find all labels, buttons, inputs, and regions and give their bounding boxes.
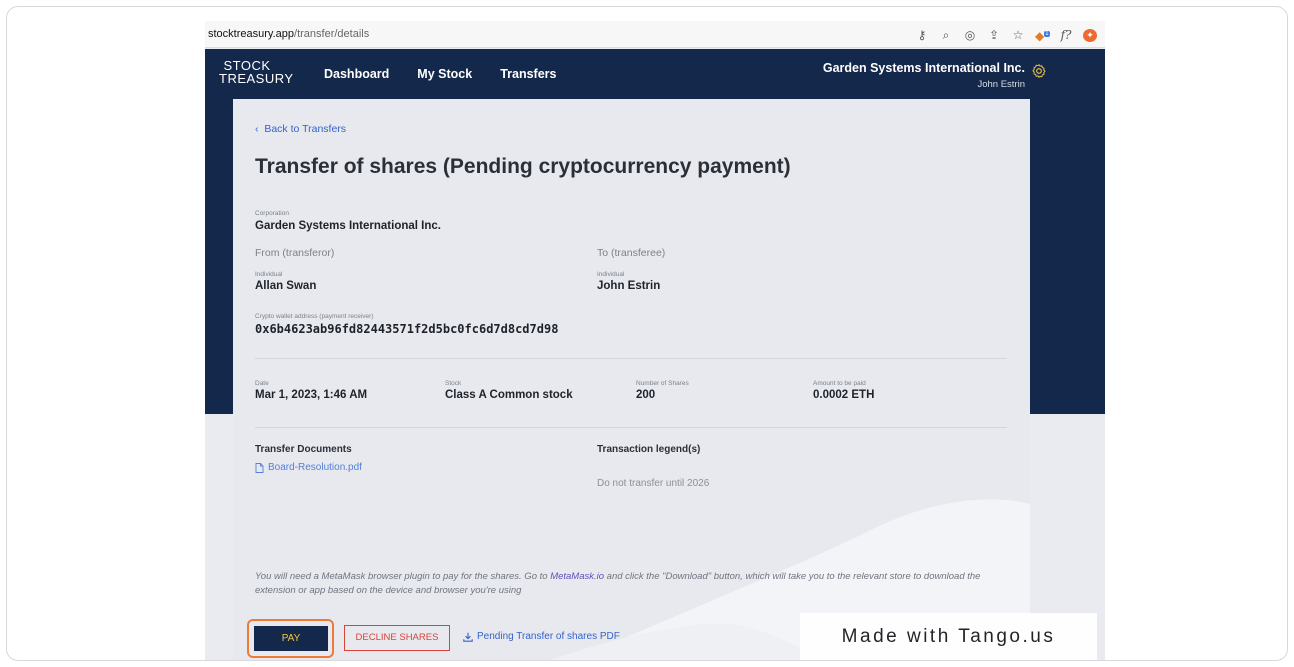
url-path: /transfer/details [294,28,370,40]
bookmark-star-icon[interactable]: ☆ [1011,27,1025,43]
date-label: Date [255,380,269,387]
org-name: Garden Systems International Inc. [822,61,1025,75]
to-type-label: Individual [597,271,625,278]
pending-transfer-pdf-link[interactable]: Pending Transfer of shares PDF [463,631,620,642]
share-icon[interactable]: ⇪ [987,27,1001,43]
red-extension-icon[interactable]: ✦ [1083,28,1097,42]
notice-text-1: You will need a MetaMask browser plugin … [255,571,551,582]
from-heading: From (transferor) [255,247,335,259]
zoom-icon[interactable]: ⌕ [939,27,953,43]
key-icon[interactable]: ⚷ [915,27,929,43]
to-heading: To (transferee) [597,247,666,259]
nav-transfers[interactable]: Transfers [500,67,556,81]
document-icon [255,462,264,473]
url-domain: stocktreasury.app [208,28,295,40]
to-name: John Estrin [597,280,661,292]
shares-value: 200 [636,389,656,401]
page-title: Transfer of shares (Pending cryptocurren… [255,155,791,178]
screenshot-frame: stocktreasury.app/transfer/details ⚷ ⌕ ◎… [6,6,1288,661]
doc-file-name: Board-Resolution.pdf [268,462,362,473]
gear-icon[interactable] [1031,63,1047,79]
function-extension-icon[interactable]: f? [1059,27,1073,43]
google-lens-icon[interactable]: ◎ [963,27,977,43]
metamask-link[interactable]: MetaMask.io [550,571,604,582]
from-type-label: Individual [255,271,283,278]
amount-value: 0.0002 ETH [813,389,875,401]
transfer-details-card: ‹ Back to Transfers Transfer of shares (… [233,99,1030,660]
nav-my-stock[interactable]: My Stock [417,67,472,81]
shares-label: Number of Shares [636,380,689,387]
account-switcher[interactable]: Garden Systems International Inc. John E… [823,61,1025,90]
main-nav: Dashboard My Stock Transfers [324,67,556,81]
tango-watermark: Made with Tango.us [800,613,1097,660]
nav-dashboard[interactable]: Dashboard [324,67,389,81]
browser-viewport: stocktreasury.app/transfer/details ⚷ ⌕ ◎… [205,21,1105,660]
logo-line-2: TREASURY [219,71,294,86]
wallet-address: 0x6b4623ab96fd82443571f2d5bc0fc6d7d8cd7d… [255,322,559,336]
date-value: Mar 1, 2023, 1:46 AM [255,389,368,401]
transaction-legend-heading: Transaction legend(s) [597,444,701,455]
app-header: STOCK TREASURY Dashboard My Stock Transf… [205,49,1105,99]
browser-toolbar-icons: ⚷ ⌕ ◎ ⇪ ☆ ◆1 f? ✦ [915,26,1097,44]
corporation-label: Corporation [255,210,289,217]
section-divider [255,427,1007,428]
transaction-legend-value: Do not transfer until 2026 [597,478,710,489]
stock-value: Class A Common stock [445,389,573,401]
section-divider [255,358,1007,359]
corporation-value: Garden Systems International Inc. [255,220,441,232]
board-resolution-link[interactable]: Board-Resolution.pdf [255,462,362,473]
pay-button[interactable]: PAY [254,626,328,651]
extension-badge: 1 [1044,31,1050,37]
wallet-label: Crypto wallet address (payment receiver) [255,313,374,320]
decline-shares-button[interactable]: DECLINE SHARES [344,625,450,651]
url-text[interactable]: stocktreasury.app/transfer/details [205,28,369,40]
pdf-link-label: Pending Transfer of shares PDF [477,631,620,642]
user-name: John Estrin [977,79,1025,90]
back-link-label: Back to Transfers [264,123,347,135]
from-name: Allan Swan [255,280,317,292]
back-to-transfers-link[interactable]: ‹ Back to Transfers [255,123,346,135]
stocktreasury-logo[interactable]: STOCK TREASURY [219,59,294,86]
metamask-fox-icon[interactable]: ◆1 [1035,26,1050,44]
transfer-documents-heading: Transfer Documents [255,444,352,455]
browser-address-bar[interactable]: stocktreasury.app/transfer/details ⚷ ⌕ ◎… [205,21,1105,48]
stock-label: Stock [445,380,462,387]
amount-label: Amount to be paid [813,380,866,387]
download-icon [463,632,473,642]
metamask-notice: You will need a MetaMask browser plugin … [255,570,995,598]
